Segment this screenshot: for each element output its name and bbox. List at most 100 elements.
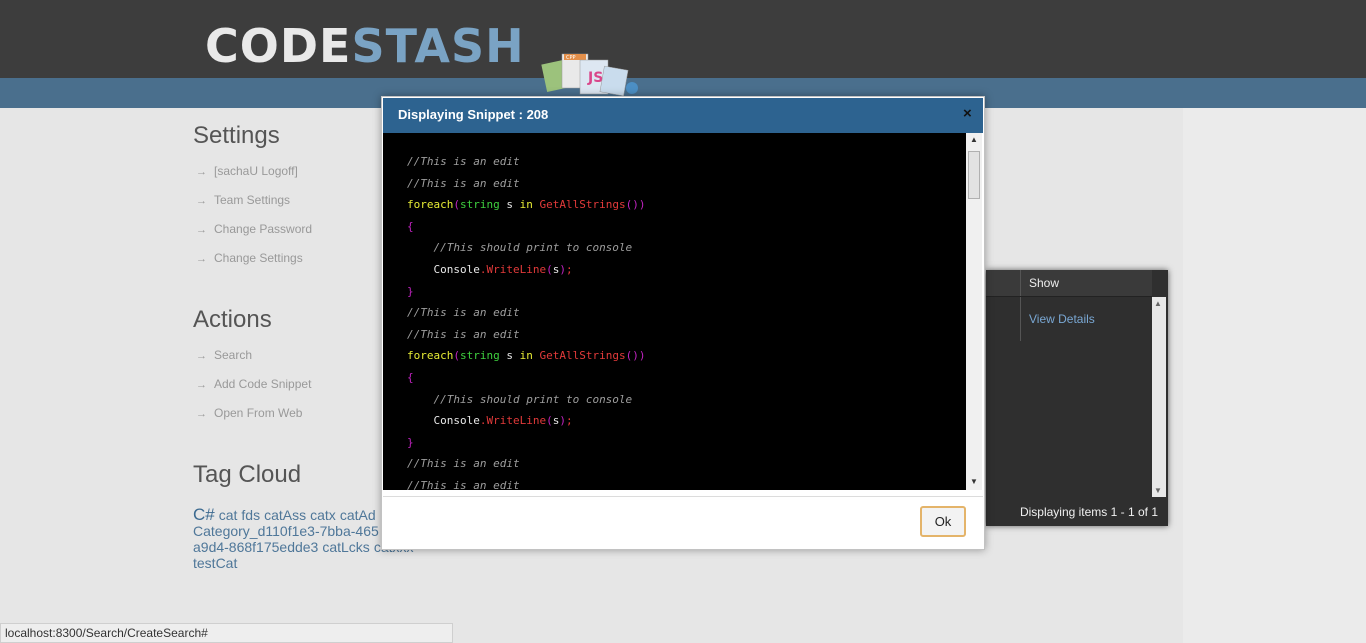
code-keyword: foreach [407, 349, 454, 363]
logo-text-code: CODE [205, 19, 352, 73]
dialog-titlebar[interactable]: Displaying Snippet : 208 × [383, 98, 983, 133]
tag-link[interactable]: cat [219, 507, 238, 523]
scroll-down-icon[interactable]: ▼ [970, 477, 978, 486]
code-bracket: } [407, 435, 414, 449]
tag-cloud-heading: Tag Cloud [193, 461, 302, 488]
code-type: string [459, 198, 500, 212]
settings-item-logoff[interactable]: → [sachaU Logoff] [196, 163, 312, 192]
grid-header: Show [986, 270, 1152, 297]
scroll-up-icon[interactable]: ▲ [970, 135, 978, 144]
code-comment: //This should print to console [433, 241, 633, 255]
arrow-right-icon: → [196, 408, 207, 420]
code-identifier: s [506, 198, 513, 212]
site-header: CODESTASH [0, 0, 1366, 78]
code-identifier: s [506, 349, 513, 363]
tag-link[interactable]: catx [310, 507, 336, 523]
code-punct: ; [565, 262, 573, 276]
code-bracket: ) [559, 414, 566, 428]
code-bracket: ) [638, 198, 646, 212]
code-files-logo-icon: CPP JS [541, 53, 638, 97]
scroll-thumb[interactable] [968, 151, 980, 199]
code-keyword: in [519, 349, 533, 363]
code-bracket: ( [546, 262, 553, 276]
dialog-title: Displaying Snippet : 208 [398, 107, 549, 122]
settings-item-label: Change Settings [214, 251, 303, 265]
code-keyword: foreach [407, 198, 454, 212]
code-comment: //This is an edit [407, 155, 520, 168]
grid-scrollbar[interactable]: ▲ ▼ [1152, 297, 1166, 497]
settings-item-team-settings[interactable]: → Team Settings [196, 192, 312, 221]
code-bracket: ( [453, 198, 460, 212]
code-function: WriteLine [486, 414, 547, 428]
code-comment: //This is an edit [407, 306, 520, 320]
code-function: GetAllStrings [539, 198, 626, 212]
scroll-up-icon[interactable]: ▲ [1154, 299, 1162, 308]
settings-item-change-password[interactable]: → Change Password [196, 221, 312, 250]
arrow-right-icon: → [196, 379, 207, 391]
arrow-right-icon: → [196, 195, 207, 207]
arrow-right-icon: → [196, 253, 207, 265]
scroll-down-icon[interactable]: ▼ [1154, 486, 1162, 495]
logo-art-js: JS [587, 70, 603, 86]
snippet-results-grid: Show View Details ▲ ▼ Displaying items 1… [986, 270, 1168, 526]
action-item-open-from-web[interactable]: → Open From Web [196, 405, 311, 434]
code-bracket: ) [559, 262, 566, 276]
code-bracket: () [625, 349, 639, 363]
tag-link[interactable]: C# [193, 505, 215, 524]
code-bracket: ( [453, 349, 460, 363]
action-item-label: Open From Web [214, 406, 303, 420]
codestash-logo[interactable]: CODESTASH [205, 18, 525, 74]
right-gutter [1183, 108, 1366, 643]
code-function: GetAllStrings [539, 349, 626, 363]
logo-text-stash: STASH [351, 19, 525, 73]
action-item-add-code-snippet[interactable]: → Add Code Snippet [196, 376, 311, 405]
column-header-show[interactable]: Show [1020, 270, 1159, 296]
code-bracket: } [407, 284, 414, 298]
arrow-right-icon: → [196, 350, 207, 362]
action-item-label: Add Code Snippet [214, 377, 312, 391]
logo-art-cpp: CPP [566, 55, 576, 61]
tag-link[interactable]: catAss [264, 507, 306, 523]
code-bracket: () [625, 198, 639, 212]
settings-item-change-settings[interactable]: → Change Settings [196, 250, 312, 279]
code-viewer[interactable]: //This is an edit //This is an edit fore… [383, 133, 966, 490]
settings-menu: → [sachaU Logoff] → Team Settings → Change … [196, 163, 312, 279]
dialog-divider [383, 496, 983, 497]
action-item-label: Search [214, 348, 253, 362]
code-identifier: Console [433, 262, 480, 276]
code-comment: //This is an edit [407, 176, 520, 190]
code-comment: //This should print to console [433, 392, 633, 406]
action-item-search[interactable]: → Search [196, 347, 311, 376]
tag-link[interactable]: catAd [340, 507, 376, 523]
browser-status-bar: localhost:8300/Search/CreateSearch# [0, 623, 453, 643]
code-bracket: { [407, 219, 414, 233]
code-bracket: ( [546, 414, 553, 428]
tag-link[interactable]: Category_d110f1e3-7bba-465 [193, 523, 379, 539]
tag-link[interactable]: a9d4-868f175edde3 [193, 539, 318, 555]
ok-button[interactable]: Ok [920, 506, 966, 537]
view-details-link[interactable]: View Details [1020, 297, 1149, 341]
close-icon[interactable]: × [963, 105, 972, 122]
actions-menu: → Search → Add Code Snippet → Open From Web [196, 347, 311, 434]
tag-link[interactable]: fds [241, 507, 260, 523]
actions-heading: Actions [193, 306, 272, 333]
code-keyword: in [519, 198, 533, 212]
settings-item-label: [sachaU Logoff] [214, 164, 298, 178]
settings-heading: Settings [193, 122, 280, 149]
snippet-dialog: Displaying Snippet : 208 × //This is an … [381, 96, 985, 550]
grid-pager-info: Displaying items 1 - 1 of 1 [1019, 505, 1158, 519]
settings-item-label: Team Settings [214, 193, 291, 207]
code-bracket: { [407, 370, 414, 384]
code-identifier: Console [433, 414, 480, 428]
code-punct: ; [565, 414, 573, 428]
code-comment: //This is an edit [407, 327, 520, 341]
code-type: string [459, 349, 500, 363]
arrow-right-icon: → [196, 166, 207, 178]
settings-item-label: Change Password [214, 222, 313, 236]
tag-link[interactable]: testCat [193, 555, 237, 571]
code-scrollbar[interactable]: ▲ ▼ [966, 133, 982, 490]
code-comment: //This is an edit [407, 457, 520, 471]
code-bracket: ) [638, 349, 646, 363]
tag-link[interactable]: catLcks [322, 539, 369, 555]
code-function: WriteLine [486, 262, 547, 276]
